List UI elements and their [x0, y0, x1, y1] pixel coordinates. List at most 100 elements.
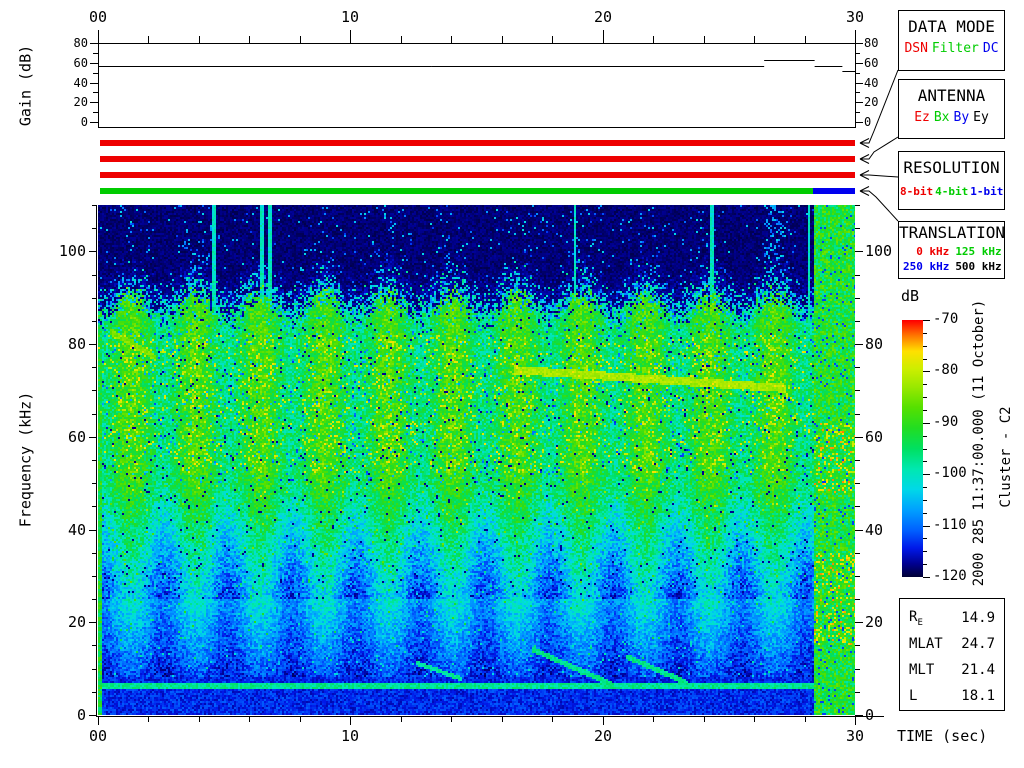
freq-axis-tick [89, 437, 97, 438]
gain-tick-label: 80 [864, 36, 879, 50]
colorbar-title: dB [901, 287, 920, 305]
freq-tick-label: 40 [67, 521, 86, 539]
colorbar-tick [923, 577, 930, 578]
translation-title: TRANSLATION [899, 223, 1005, 242]
freq-tick-label: 60 [67, 428, 86, 446]
colorbar-tick-label: -120 [933, 568, 967, 584]
colorbar-tick [923, 371, 930, 372]
colorbar-tick [923, 423, 930, 424]
freq-axis-tick [92, 321, 97, 322]
antenna-values: Ez Bx By Ey [899, 111, 1004, 125]
gain-axis-tick [855, 112, 860, 113]
legend-item-8-bit: 8-bit [900, 185, 934, 198]
freq-axis-tick [855, 414, 860, 415]
freq-axis-tick [92, 367, 97, 368]
legend-item-dsn: DSN [904, 41, 928, 56]
connector-arrow-resolution [859, 170, 899, 180]
freq-tick-label: 80 [67, 335, 86, 353]
gain-tick-label: 20 [73, 95, 88, 109]
gain-axis-tick [93, 112, 98, 113]
legend-item-bx: Bx [933, 110, 950, 125]
time-axis-tick-top [653, 36, 654, 43]
colorbar-tick-label: -70 [933, 311, 959, 327]
time-tick-label-top: 10 [340, 8, 360, 26]
resolution-box: RESOLUTION 8-bit 4-bit 1-bit [898, 151, 1005, 210]
colorbar-tick [923, 449, 927, 450]
frequency-axis-title: Frequency (kHz) [16, 391, 35, 528]
gain-axis-tick [90, 43, 98, 44]
freq-axis-tick [855, 205, 860, 206]
time-axis-tick-bottom [653, 717, 654, 722]
translation-box: TRANSLATION 0 kHz 125 kHz 250 kHz 500 kHz [898, 221, 1005, 279]
colorbar-tick [923, 487, 927, 488]
colorbar-tick [923, 500, 927, 501]
ephemeris-value: 21.4 [961, 662, 995, 678]
gain-tick-label: 0 [80, 115, 88, 129]
colorbar-tick [923, 410, 927, 411]
ephemeris-label: L [909, 688, 918, 704]
translation-values-row2: 250 kHz 500 kHz [899, 259, 1004, 274]
legend-item-500-khz: 500 kHz [955, 260, 1002, 273]
colorbar-tick [923, 526, 930, 527]
colorbar-tick [923, 538, 927, 539]
legend-item-250-khz: 250 kHz [902, 260, 950, 273]
colorbar-tick [923, 346, 927, 347]
colorbar-tick [923, 551, 927, 552]
colorbar-tick [923, 564, 927, 565]
time-axis-tick-bottom [401, 717, 402, 722]
time-axis-tick-top [148, 36, 149, 43]
time-axis-tick-top [451, 36, 452, 43]
colorbar-tick [923, 384, 927, 385]
gain-axis-tick [93, 92, 98, 93]
colorbar-tick [923, 333, 927, 334]
freq-axis-tick [855, 669, 860, 670]
time-tick-label-bottom: 30 [845, 727, 865, 745]
legend-item-125-khz: 125 kHz [955, 245, 1002, 258]
ephemeris-row: L 18.1 [900, 683, 1004, 709]
time-axis-tick-top [502, 36, 503, 43]
legend-item-by: By [953, 110, 970, 125]
freq-axis-tick [89, 622, 97, 623]
legend-item-0-khz: 0 kHz [916, 245, 950, 258]
time-axis-tick-top [704, 36, 705, 43]
colorbar-tick [923, 513, 927, 514]
gain-tick-label: 40 [73, 76, 88, 90]
gain-axis-tick [90, 63, 98, 64]
freq-axis-tick [89, 344, 97, 345]
freq-axis-tick [92, 645, 97, 646]
time-axis-tick-bottom [754, 717, 755, 722]
freq-axis-tick [855, 530, 863, 531]
freq-axis-tick [92, 298, 97, 299]
ephemeris-value: 18.1 [961, 688, 995, 704]
time-axis-tick-bottom [502, 717, 503, 722]
ephemeris-label: MLAT [909, 636, 943, 652]
freq-tick-label: 0 [76, 706, 86, 724]
gain-tick-label: 80 [73, 36, 88, 50]
gain-line-plot [98, 43, 855, 127]
gain-axis-tick [855, 53, 860, 54]
freq-axis-tick [855, 645, 860, 646]
freq-axis-tick [855, 390, 860, 391]
freq-axis-tick [855, 251, 863, 252]
freq-axis-tick [855, 298, 860, 299]
ephemeris-row: RE 14.9 [900, 605, 1004, 631]
status-bar-antenna [100, 156, 855, 162]
status-bar-resolution [100, 172, 855, 178]
spectrogram-bottom-axis-line [96, 716, 884, 717]
freq-axis-tick [855, 622, 863, 623]
gain-tick-label: 60 [864, 56, 879, 70]
freq-axis-tick [855, 506, 860, 507]
freq-axis-tick [855, 483, 860, 484]
time-axis-tick-top [300, 36, 301, 43]
time-axis-tick-bottom [451, 717, 452, 722]
time-axis-tick-bottom [300, 717, 301, 722]
time-tick-label-bottom: 20 [593, 727, 613, 745]
time-axis-tick-top [401, 36, 402, 43]
legend-item-4-bit: 4-bit [935, 185, 969, 198]
freq-axis-tick [92, 414, 97, 415]
data-mode-title: DATA MODE [908, 17, 995, 36]
freq-axis-tick [92, 576, 97, 577]
freq-tick-label: 80 [865, 335, 884, 353]
status-bar-data-mode [100, 140, 855, 146]
freq-axis-tick [92, 553, 97, 554]
